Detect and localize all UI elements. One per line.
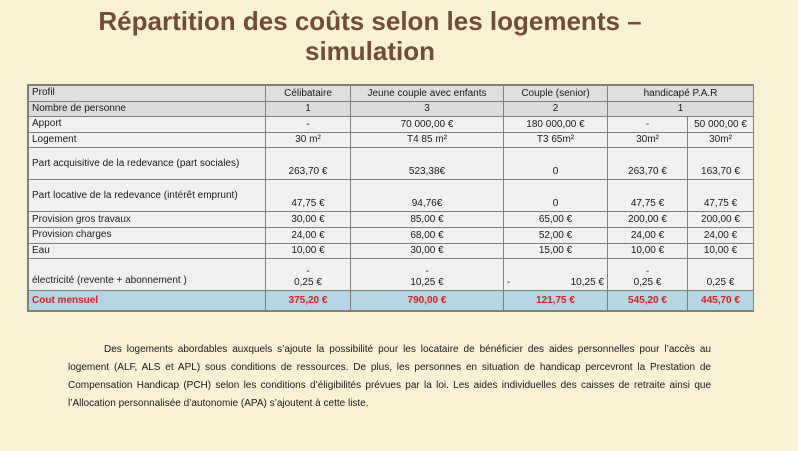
table-cell: - xyxy=(265,116,351,133)
table-row: Eau 10,00 € 30,00 € 15,00 € 10,00 € 10,0… xyxy=(28,242,755,260)
dash-mark: - xyxy=(507,277,511,289)
table-row: Apport - 70 000,00 € 180 000,00 € - 50 0… xyxy=(28,116,755,133)
table-row: Nombre de personne 1 3 2 1 xyxy=(28,100,755,118)
cell-value: 10,25 € xyxy=(410,277,444,289)
table-cell: 523,38€ xyxy=(350,147,504,181)
table-cell: 200,00 € xyxy=(607,211,688,229)
table-cell: 24,00 € xyxy=(265,227,351,244)
header-handicape: handicapé P.A.R xyxy=(606,85,755,102)
row-label: Eau xyxy=(28,242,266,260)
table-row: Provision gros travaux 30,00 € 85,00 € 6… xyxy=(28,211,755,229)
table-cell: 30,00 € xyxy=(265,211,351,229)
paragraph-text: Des logements abordables auxquels s’ajou… xyxy=(68,344,711,409)
table-cell: 3 xyxy=(350,100,504,118)
dash-mark: - xyxy=(425,266,429,278)
header-couple-senior: Couple (senior) xyxy=(503,85,608,102)
table-cell: 0,25 € xyxy=(686,258,755,292)
total-label: Cout mensuel xyxy=(28,290,266,311)
table-cell: 65,00 € xyxy=(503,211,608,229)
table-cell: 94,76€ xyxy=(350,179,504,213)
cell-value: 0,25 € xyxy=(294,277,322,289)
row-label: Part acquisitive de la redevance (part s… xyxy=(28,147,266,181)
table-cell: 263,70 € xyxy=(607,147,688,181)
table-cell: 24,00 € xyxy=(686,227,755,244)
row-label: électricité (revente + abonnement ) xyxy=(28,258,266,292)
table-cell: 1 xyxy=(265,100,351,118)
row-label: Apport xyxy=(28,116,266,133)
table-cell: 263,70 € xyxy=(265,147,351,181)
table-row: Provision charges 24,00 € 68,00 € 52,00 … xyxy=(28,227,755,244)
cell-value: 0,25 € xyxy=(633,277,662,289)
dash-mark: - xyxy=(306,266,310,278)
row-label: Nombre de personne xyxy=(28,100,266,118)
table-cell: 163,70 € xyxy=(686,147,755,181)
table-cell: 24,00 € xyxy=(607,227,688,244)
table-cell: 10,00 € xyxy=(265,242,351,260)
table-cell: T3 65m² xyxy=(503,131,608,149)
header-jeune-couple: Jeune couple avec enfants xyxy=(350,85,504,102)
table-cell: 0 xyxy=(503,147,608,181)
table-cell: 47,75 € xyxy=(607,179,688,213)
table-cell: 30 m² xyxy=(265,131,351,149)
table-cell: 2 xyxy=(503,100,608,118)
row-label: Part locative de la redevance (intérêt e… xyxy=(28,179,266,213)
table-cell: 50 000,00 € xyxy=(686,116,755,133)
total-row: Cout mensuel 375,20 € 790,00 € 121,75 € … xyxy=(28,290,755,311)
table-cell: 200,00 € xyxy=(686,211,755,229)
total-cell: 545,20 € xyxy=(607,290,688,311)
row-label: Provision charges xyxy=(28,227,266,244)
table-cell: 70 000,00 € xyxy=(350,116,504,133)
table-row: Part locative de la redevance (intérêt e… xyxy=(28,179,755,213)
table-cell: -0,25 € xyxy=(265,258,351,292)
page-title: Répartition des coûts selon les logement… xyxy=(98,6,642,66)
table-cell: 47,75 € xyxy=(686,179,755,213)
table-row: électricité (revente + abonnement ) -0,2… xyxy=(28,258,755,292)
table-cell: 15,00 € xyxy=(503,242,608,260)
table-cell: -10,25 € xyxy=(350,258,504,292)
table-cell: 10,00 € xyxy=(607,242,688,260)
table-row: Part acquisitive de la redevance (part s… xyxy=(28,147,755,181)
row-label: Logement xyxy=(28,131,266,149)
table-cell: 0 xyxy=(503,179,608,213)
table-cell: 180 000,00 € xyxy=(503,116,608,133)
row-label: Provision gros travaux xyxy=(28,211,266,229)
total-cell: 375,20 € xyxy=(265,290,351,311)
header-celibataire: Célibataire xyxy=(265,85,351,102)
table-cell: -0,25 € xyxy=(607,258,688,292)
table-cell: - xyxy=(607,116,688,133)
table-cell: 10,00 € xyxy=(686,242,755,260)
header-profil: Profil xyxy=(28,85,266,102)
cell-value: 10,25 € xyxy=(570,277,604,289)
table-cell: 30m² xyxy=(686,131,755,149)
description-paragraph: Des logements abordables auxquels s’ajou… xyxy=(68,341,711,413)
total-cell: 790,00 € xyxy=(350,290,504,311)
table-header-row: Profil Célibataire Jeune couple avec enf… xyxy=(28,85,755,102)
table-cell: 47,75 € xyxy=(265,179,351,213)
total-cell: 445,70 € xyxy=(686,290,755,311)
total-cell: 121,75 € xyxy=(503,290,608,311)
dash-mark: - xyxy=(645,266,650,278)
cost-table: Profil Célibataire Jeune couple avec enf… xyxy=(27,84,755,312)
table-cell: 1 xyxy=(606,100,755,118)
table-cell: 52,00 € xyxy=(503,227,608,244)
table-cell: - 10,25 € xyxy=(503,258,608,292)
table-cell: 30m² xyxy=(607,131,688,149)
table-cell: 30,00 € xyxy=(350,242,504,260)
table-cell: T4 85 m² xyxy=(350,131,504,149)
table-cell: 85,00 € xyxy=(350,211,504,229)
table-row: Logement 30 m² T4 85 m² T3 65m² 30m² 30m… xyxy=(28,131,755,149)
table-cell: 68,00 € xyxy=(350,227,504,244)
